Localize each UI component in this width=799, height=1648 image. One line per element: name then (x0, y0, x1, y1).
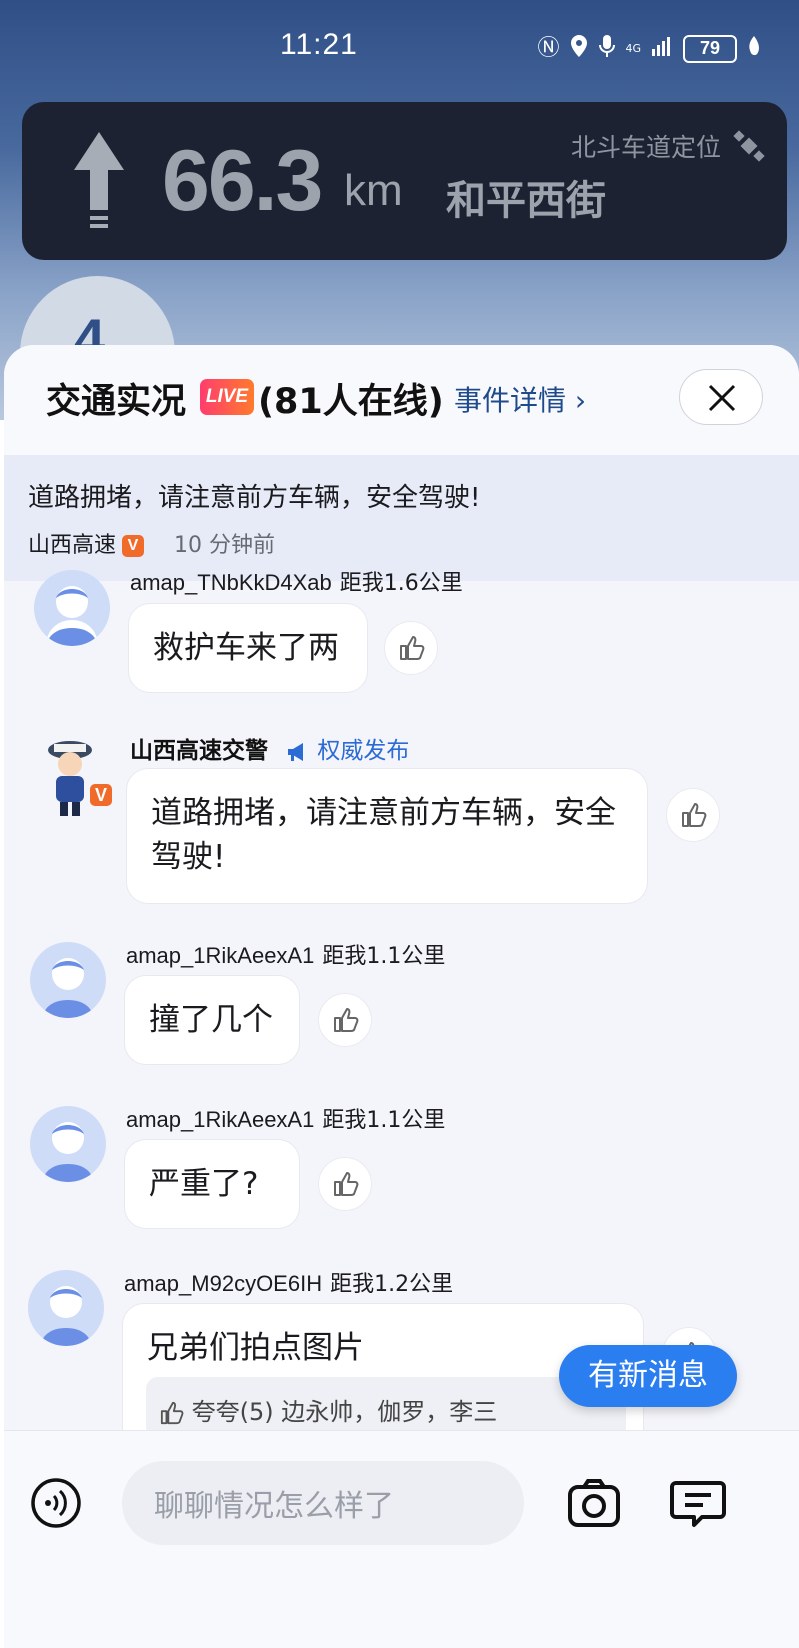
straight-arrow-icon (74, 132, 124, 228)
message-username: amap_1RikAeexA1 距我1.1公里 (126, 1102, 445, 1134)
signal-icon (651, 35, 673, 62)
username-text: amap_1RikAeexA1 (126, 1107, 315, 1132)
authority-tag-text: 权威发布 (317, 738, 410, 764)
praise-text: 夸夸(5) 边永帅，伽罗，李三 (191, 1398, 498, 1426)
live-badge: LIVE (200, 379, 254, 415)
sheet-title: 交通实况 (46, 382, 187, 422)
username-text: amap_1RikAeexA1 (126, 943, 315, 968)
voice-icon[interactable] (30, 1477, 82, 1529)
status-time: 11:21 (280, 28, 358, 61)
leaf-icon (747, 35, 761, 62)
like-button[interactable] (318, 993, 372, 1047)
chat-input[interactable]: 聊聊情况怎么样了 (122, 1461, 524, 1545)
user-avatar[interactable] (34, 570, 110, 646)
official-notice: 道路拥堵，请注意前方车辆，安全驾驶! 山西高速 V 10 分钟前 (4, 455, 799, 581)
like-button[interactable] (666, 788, 720, 842)
svg-text:V: V (95, 785, 107, 805)
distance-text: 距我1.2公里 (330, 1272, 454, 1297)
street-name: 和平西街 (446, 178, 606, 224)
distance-value: 66.3 (162, 133, 323, 229)
like-button[interactable] (384, 621, 438, 675)
thumbs-up-icon (682, 803, 707, 827)
like-button[interactable] (318, 1157, 372, 1211)
microphone-icon (599, 34, 616, 63)
username-text: amap_M92cyOE6IH (124, 1271, 323, 1296)
sheet-header: 交通实况 LIVE (81人在线) 事件详情 › (4, 345, 799, 455)
thumbs-up-icon (334, 1008, 359, 1032)
message-bubble[interactable]: 严重了? (124, 1139, 300, 1229)
verified-badge: V (122, 535, 145, 557)
thumbs-up-icon (400, 636, 425, 660)
message-username: amap_1RikAeexA1 距我1.1公里 (126, 938, 445, 970)
message-bubble[interactable]: 道路拥堵，请注意前方车辆，安全驾驶! (126, 768, 648, 904)
nfc-icon: Ⓝ (537, 35, 560, 61)
close-icon (708, 384, 736, 412)
network-badge: 4G (625, 42, 641, 55)
distance-text: 距我1.1公里 (322, 1108, 446, 1133)
authority-tag: 权威发布 (286, 731, 409, 765)
message-username: amap_M92cyOE6IH 距我1.2公里 (124, 1266, 453, 1298)
battery-indicator: 79 (683, 34, 737, 63)
satellite-icon (733, 130, 765, 162)
close-button[interactable] (679, 369, 763, 425)
police-username: 山西高速交警 (130, 738, 268, 764)
user-avatar[interactable] (30, 942, 106, 1018)
navigation-card[interactable]: 66.3 km 和平西街 北斗车道定位 (22, 102, 787, 260)
user-avatar[interactable] (28, 1270, 104, 1346)
username-text: amap_TNbKkD4Xab (130, 570, 332, 595)
notice-source-name: 山西高速 (28, 533, 117, 558)
megaphone-icon (288, 742, 303, 761)
event-detail-link[interactable]: 事件详情 › (454, 379, 586, 419)
location-icon (569, 34, 589, 63)
notice-text: 道路拥堵，请注意前方车辆，安全驾驶! (28, 483, 481, 513)
new-messages-button[interactable]: 有新消息 (559, 1345, 737, 1407)
message-bubble[interactable]: 救护车来了两 (128, 603, 368, 693)
camera-icon[interactable] (566, 1475, 622, 1531)
bottom-input-bar: 聊聊情况怎么样了 (4, 1430, 799, 1648)
traffic-live-sheet: 交通实况 LIVE (81人在线) 事件详情 › 道路拥堵，请注意前方车辆，安全… (4, 345, 799, 1648)
distance-text: 距我1.6公里 (339, 571, 463, 596)
police-avatar[interactable]: V (34, 730, 124, 820)
comment-icon[interactable] (670, 1475, 726, 1531)
online-count: (81人在线) (258, 382, 444, 422)
beidou-positioning-label: 北斗车道定位 (570, 133, 721, 162)
distance-text: 距我1.1公里 (322, 944, 446, 969)
notice-time: 10 分钟前 (174, 533, 275, 558)
user-avatar[interactable] (30, 1106, 106, 1182)
notice-source: 山西高速 V (28, 527, 145, 559)
distance-unit: km (344, 166, 403, 215)
status-icons: Ⓝ 4G 79 (537, 34, 761, 63)
thumbs-up-icon (160, 1401, 184, 1425)
thumbs-up-icon (334, 1172, 359, 1196)
status-bar: 11:21 Ⓝ 4G 79 (0, 0, 799, 96)
message-username: amap_TNbKkD4Xab 距我1.6公里 (130, 565, 463, 597)
message-text: 兄弟们拍点图片 (147, 1330, 364, 1366)
message-bubble[interactable]: 撞了几个 (124, 975, 300, 1065)
